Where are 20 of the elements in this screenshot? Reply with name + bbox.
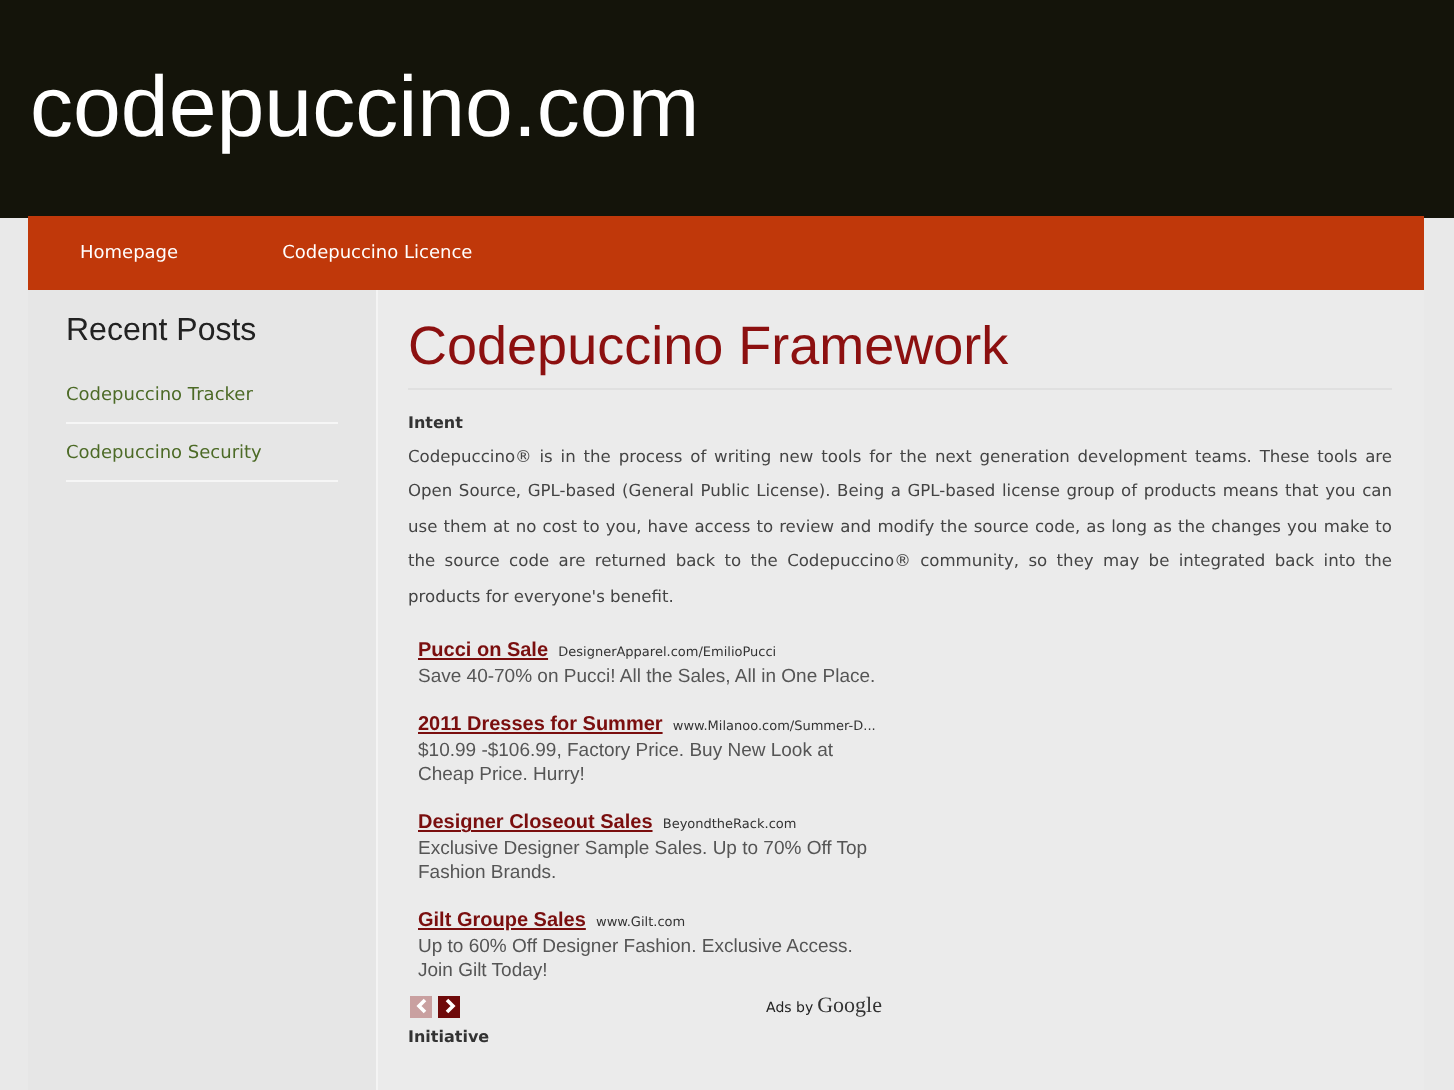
ad-link[interactable]: Designer Closeout Sales	[418, 812, 653, 835]
article-title: Codepuccino Framework	[408, 318, 1392, 390]
next-button[interactable]	[438, 995, 460, 1018]
site-title: codepuccino.com	[30, 66, 702, 152]
ad-link[interactable]: Gilt Groupe Sales	[418, 910, 586, 933]
ad-link[interactable]: Pucci on Sale	[418, 640, 549, 663]
ad-link[interactable]: 2011 Dresses for Summer	[418, 714, 663, 737]
sidebar-heading: Recent Posts	[66, 314, 259, 350]
ad-text: Save 40-70% on Pucci! All the Sales, All in One Place.	[418, 666, 878, 691]
ad-text: Up to 60% Off Designer Fashion. Exclusive Access. Join Gilt Today!	[418, 936, 855, 985]
ad-text: $10.99 -$106.99, Factory Price. Buy New Look at Cheap Price. Hurry!	[418, 740, 836, 789]
section-heading: Intent	[408, 413, 465, 432]
ad-text: Exclusive Designer Sample Sales. Up to 70% Off Top Fashion Brands.	[418, 838, 870, 887]
article-paragraph: Codepuccino® is in the process of writing new tools for the next generation development teams. These tools are Open Source, GPL-based (General Public License). Being a GPL-based license group of products means that you can use them at no cost to you, have access to review and modify the source code, as long as the changes you make to the source code are returned back to the Codepuccino® community, so they may be integrated back into the products for everyone's benefit.	[408, 443, 1392, 610]
google-logo[interactable]: Google	[817, 994, 882, 1019]
sidebar-link[interactable]: Codepuccino Tracker	[66, 382, 338, 424]
section-heading: Initiative	[408, 1030, 492, 1047]
nav-link[interactable]: Homepage	[80, 243, 179, 263]
sidebar-link[interactable]: Codepuccino Security	[66, 440, 338, 482]
nav-link[interactable]: Codepuccino Licence	[282, 243, 473, 263]
